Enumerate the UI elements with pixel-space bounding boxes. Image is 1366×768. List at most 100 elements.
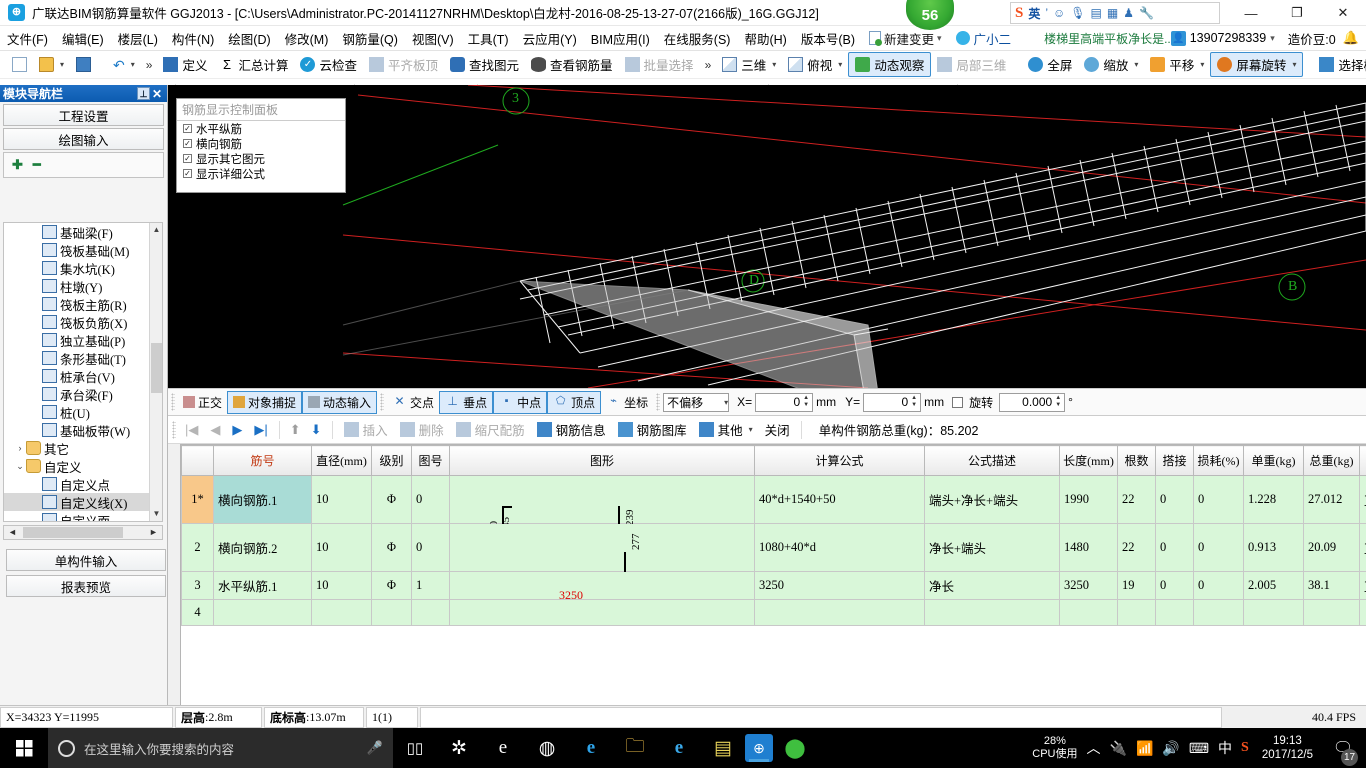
other-button[interactable]: 其他 ▾ <box>693 418 759 441</box>
hscroll-left-icon[interactable]: ◄ <box>5 526 20 539</box>
microphone-icon[interactable]: 🎤 <box>367 740 383 756</box>
summary-calc-button[interactable]: Σ 汇总计算 <box>213 53 294 76</box>
x-spinner-icon[interactable]: ▲ ▼ <box>801 395 811 410</box>
col-grade[interactable]: 级别 <box>371 445 412 476</box>
view-top-button[interactable]: 俯视 ▾ <box>782 53 848 76</box>
move-down-button[interactable]: ⬇ <box>306 422 327 438</box>
cell-total-weight[interactable]: 20.09 <box>1303 523 1360 572</box>
object-snap-button[interactable]: 对象捕捉 <box>227 390 303 414</box>
chevron-down-icon[interactable]: ▾ <box>937 33 942 44</box>
midpoint-snap-button[interactable]: ▪ 中点 <box>493 390 548 414</box>
cell-rebar-number[interactable] <box>213 599 312 626</box>
cell-formula[interactable]: 1080+40*d <box>754 523 925 572</box>
x-offset-input[interactable]: 0 ▲ ▼ <box>755 392 814 412</box>
cloud-check-button[interactable]: ✓ 云检查 <box>294 53 363 76</box>
snapbar-grip-2[interactable] <box>380 393 385 411</box>
close-panel-button[interactable]: 关闭 <box>759 418 796 441</box>
tree-expander-icon[interactable]: ⌄ <box>14 461 26 472</box>
tree-item-19[interactable]: 桩承台(V) <box>4 367 149 385</box>
minimize-button[interactable]: — <box>1228 0 1274 26</box>
cell-figure[interactable]: 3250 <box>449 571 755 609</box>
dynamic-input-button[interactable]: 动态输入 <box>302 390 378 414</box>
cell-rebar-number[interactable]: 横向钢筋.1 <box>213 475 312 524</box>
view-top-chevron-down-icon[interactable]: ▾ <box>838 60 842 69</box>
rebar-display-control-panel[interactable]: 钢筋显示控制面板 ✓ 水平纵筋 ✓ 横向钢筋 ✓ 显示其它图元 ✓ 显示详细公式 <box>176 98 346 193</box>
tree-item-22[interactable]: 基础板带(W) <box>4 421 149 439</box>
keyboard-icon[interactable]: ⌨ <box>1189 740 1209 757</box>
hscroll-thumb[interactable] <box>23 527 123 538</box>
cell-grade[interactable] <box>371 599 412 626</box>
notification-center-button[interactable]: 🗨 17 <box>1326 728 1360 768</box>
fullscreen-button[interactable]: 全屏 <box>1022 53 1078 76</box>
cell-count[interactable]: 22 <box>1117 475 1156 524</box>
insert-row-button[interactable]: 插入 <box>338 418 394 441</box>
edge-icon[interactable]: e <box>569 728 613 768</box>
cell-length[interactable] <box>1059 599 1118 626</box>
delete-row-button[interactable]: 删除 <box>394 418 450 441</box>
perpendicular-snap-button[interactable]: ⊥ 垂点 <box>439 390 494 414</box>
menu-item-help[interactable]: 帮助(H) <box>737 26 793 51</box>
tree-item-26[interactable]: 自定义线(X) <box>4 493 149 511</box>
hscroll-right-icon[interactable]: ► <box>146 526 161 539</box>
notepad-icon[interactable]: ▤ <box>701 728 745 768</box>
move-up-button[interactable]: ⬆ <box>285 422 306 438</box>
pan-chevron-down-icon[interactable]: ▾ <box>1200 60 1204 69</box>
row-number[interactable]: 2 <box>181 523 214 572</box>
offset-chevron-down-icon[interactable]: ▾ <box>724 398 728 407</box>
cell-diameter[interactable]: 10 <box>311 475 372 524</box>
ime-mic-icon[interactable]: 🎙 <box>1070 6 1085 20</box>
project-settings-button[interactable]: 工程设置 <box>3 104 164 126</box>
menu-item-view[interactable]: 视图(V) <box>405 26 461 51</box>
cell-formula-desc[interactable] <box>924 599 1060 626</box>
nav-first-button[interactable]: |◀ <box>179 422 204 438</box>
menu-item-modify[interactable]: 修改(M) <box>278 26 336 51</box>
rebar-library-button[interactable]: 钢筋图库 <box>612 418 693 441</box>
cell-formula[interactable]: 40*d+1540+50 <box>754 475 925 524</box>
offset-mode-select[interactable]: 不偏移 ▾ <box>663 392 730 412</box>
rebar-toolbar-grip[interactable] <box>172 420 176 439</box>
vertex-snap-button[interactable]: ⬠ 顶点 <box>547 390 602 414</box>
snapbar-grip[interactable] <box>171 393 175 411</box>
tree-expander-icon[interactable]: › <box>14 443 26 453</box>
menu-item-component[interactable]: 构件(N) <box>165 26 221 51</box>
battery-icon[interactable]: 🔌 <box>1110 740 1127 757</box>
cell-grade[interactable]: Φ <box>371 571 412 600</box>
partial-3d-button[interactable]: 局部三维 <box>931 53 1012 76</box>
scroll-up-icon[interactable]: ▲ <box>150 223 162 237</box>
col-unit-weight[interactable]: 单重(kg) <box>1243 445 1304 476</box>
col-blank[interactable] <box>181 445 214 476</box>
menu-item-bim[interactable]: BIM应用(I) <box>584 26 657 51</box>
tray-expand-icon[interactable]: ︿ <box>1087 738 1101 758</box>
define-button[interactable]: 定义 <box>157 53 213 76</box>
view-3d-button[interactable]: 三维 ▾ <box>716 53 782 76</box>
undo-chevron-down-icon[interactable]: ▾ <box>131 60 135 69</box>
cell-formula-desc[interactable]: 净长 <box>924 571 1060 600</box>
fan-app-icon[interactable]: ✲ <box>437 728 481 768</box>
row-number[interactable]: 1* <box>181 475 214 524</box>
start-button[interactable] <box>0 728 48 768</box>
cell-lap[interactable]: 0 <box>1155 475 1194 524</box>
ime-toolbar[interactable]: S 英 ’ ☺ 🎙 ▤ ▦ ♟ 🔧 <box>1010 2 1220 24</box>
cell-figure[interactable] <box>449 599 755 626</box>
table-row[interactable]: 3 水平纵筋.1 10 Φ 1 3250 3250 净长 3250 19 0 0 2.005 38.1… <box>181 571 1366 609</box>
y-offset-input[interactable]: 0 ▲ ▼ <box>863 392 922 412</box>
table-row[interactable]: 2横向钢筋.210Φ0 1085 277 123 1080+40*d净长+端头1… <box>181 523 1366 592</box>
rotate-spinner-icon[interactable]: ▲ ▼ <box>1053 395 1063 410</box>
tree-item-15[interactable]: 筏板主筋(R) <box>4 295 149 313</box>
row-number[interactable]: 4 <box>181 599 214 626</box>
account-chevron-down-icon[interactable]: ▾ <box>1270 33 1275 44</box>
panel-close-icon[interactable]: ✕ <box>150 87 164 101</box>
cell-figure[interactable]: 1085 277 123 <box>449 523 755 592</box>
col-lap[interactable]: 搭接 <box>1155 445 1194 476</box>
ime-lang-label[interactable]: 英 <box>1028 5 1040 22</box>
option-show-detailed-formula[interactable]: ✓ 显示详细公式 <box>177 166 345 181</box>
menu-item-draw[interactable]: 绘图(D) <box>221 26 277 51</box>
col-figure-number[interactable]: 图号 <box>411 445 450 476</box>
tree-item-16[interactable]: 筏板负筋(X) <box>4 313 149 331</box>
cell-unit-weight[interactable]: 0.913 <box>1243 523 1304 572</box>
cell-lap[interactable]: 0 <box>1155 523 1194 572</box>
rebar-info-button[interactable]: 钢筋信息 <box>531 418 612 441</box>
col-rebar-class[interactable]: 钢筋归类 <box>1359 445 1366 476</box>
cell-figure-number[interactable]: 0 <box>411 475 450 524</box>
tree-item-14[interactable]: 柱墩(Y) <box>4 277 149 295</box>
